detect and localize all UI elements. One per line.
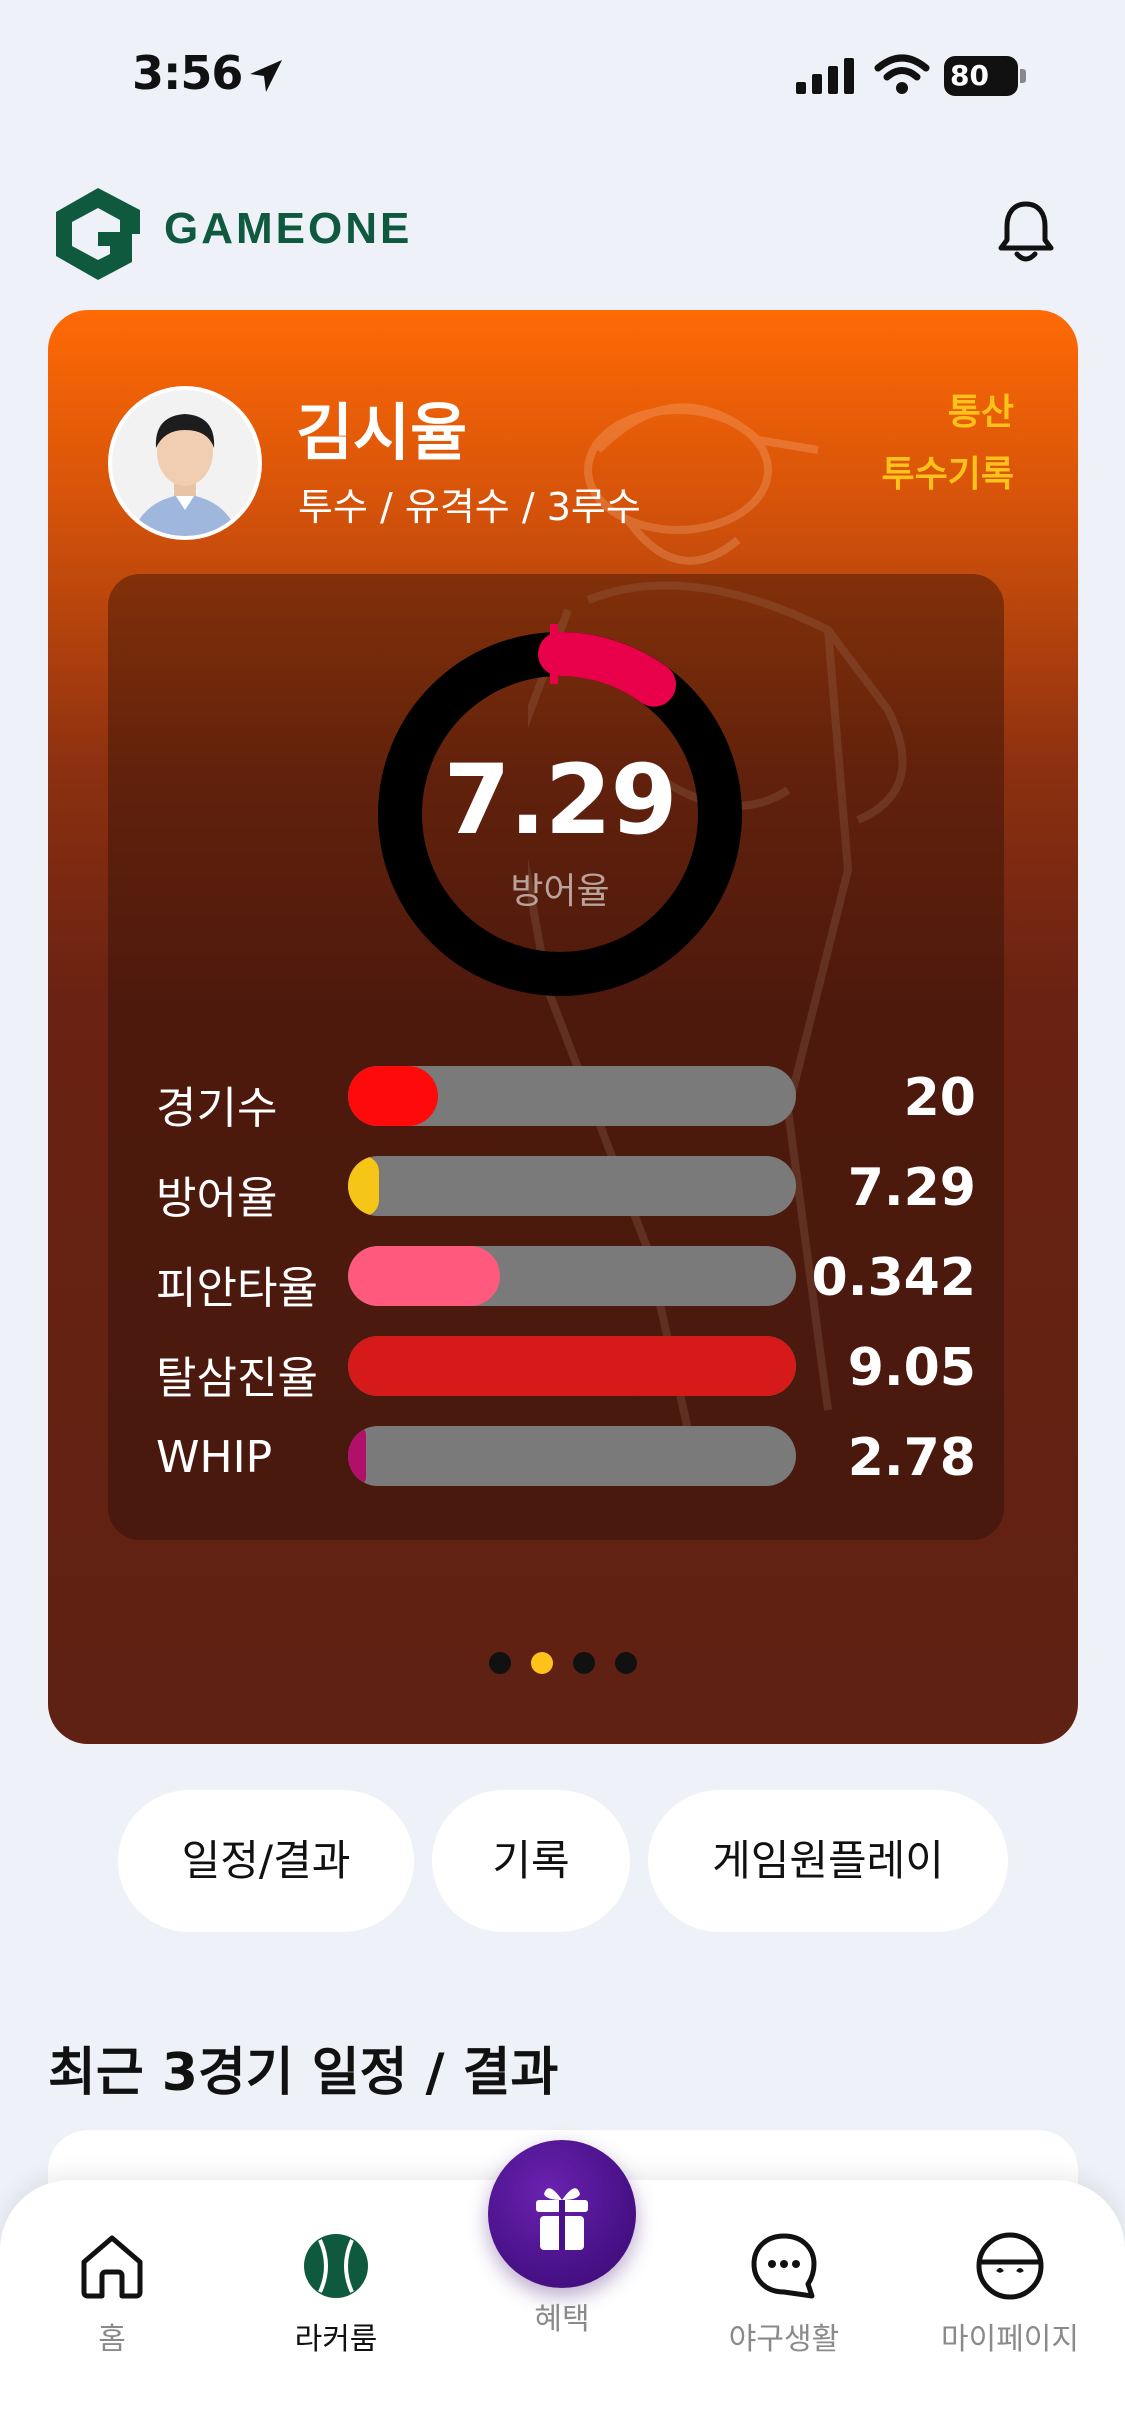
tab-mypage-label: 마이페이지 bbox=[941, 2322, 1079, 2357]
stat-value: 2.78 bbox=[847, 1428, 976, 1488]
wifi-icon bbox=[874, 54, 930, 94]
battery-level: 80 bbox=[944, 56, 1018, 96]
cellular-signal-icon bbox=[796, 58, 854, 94]
stat-bar-track bbox=[348, 1246, 796, 1306]
tab-locker-room[interactable]: 라커룸 bbox=[236, 2230, 436, 2358]
era-gauge-start-marker bbox=[550, 624, 558, 684]
card-pager[interactable] bbox=[48, 1652, 1078, 1676]
stat-row-whip: WHIP 2.78 bbox=[156, 1426, 976, 1488]
era-label: 방어율 bbox=[510, 871, 610, 912]
stat-bar-track bbox=[348, 1156, 796, 1216]
stat-row-strikeout-rate: 탈삼진율 9.05 bbox=[156, 1336, 976, 1404]
player-avatar bbox=[108, 386, 262, 540]
stat-row-games: 경기수 20 bbox=[156, 1066, 976, 1134]
stat-label: 방어율 bbox=[156, 1173, 278, 1224]
baseball-icon bbox=[304, 2234, 368, 2298]
stat-bar-fill bbox=[348, 1156, 380, 1216]
stat-bar-track bbox=[348, 1066, 796, 1126]
era-gauge-fill bbox=[538, 632, 676, 707]
pager-dot[interactable] bbox=[573, 1652, 595, 1674]
status-bar: 3:56 80 bbox=[0, 0, 1125, 150]
stat-bar-fill bbox=[348, 1066, 438, 1126]
gameone-play-button[interactable]: 게임원플레이 bbox=[648, 1790, 1008, 1932]
profile-face-icon bbox=[976, 2232, 1044, 2300]
schedule-results-button[interactable]: 일정/결과 bbox=[118, 1790, 414, 1932]
record-link-line1: 통산 bbox=[947, 392, 1014, 433]
stat-value: 7.29 bbox=[847, 1158, 976, 1218]
stat-label: WHIP bbox=[156, 1432, 273, 1483]
stat-bar-fill bbox=[348, 1336, 796, 1396]
career-pitching-record-link[interactable]: 통산 투수기록 bbox=[882, 382, 1014, 506]
stat-label: 피안타율 bbox=[156, 1263, 318, 1314]
recent-games-title: 최근 3경기 일정 / 결과 bbox=[48, 2043, 559, 2103]
stat-bar-fill bbox=[348, 1426, 366, 1486]
era-gauge: 7.29 방어율 bbox=[370, 624, 750, 1004]
tab-locker-room-label: 라커룸 bbox=[294, 2322, 378, 2357]
gift-icon bbox=[536, 2188, 588, 2250]
record-link-line2: 투수기록 bbox=[881, 454, 1014, 495]
stat-bar-fill bbox=[348, 1246, 501, 1306]
player-stats-card[interactable]: 김시율 투수 / 유격수 / 3루수 통산 투수기록 7.29 방어율 경기수 … bbox=[48, 310, 1078, 1744]
home-icon bbox=[81, 2235, 143, 2299]
pager-dot[interactable] bbox=[615, 1652, 637, 1674]
tab-baseball-life-label: 야구생활 bbox=[728, 2322, 840, 2357]
stat-row-batting-avg-against: 피안타율 0.342 bbox=[156, 1246, 976, 1314]
tab-benefit-button[interactable] bbox=[488, 2140, 636, 2288]
chat-bubble-icon bbox=[751, 2233, 817, 2299]
stat-label: 탈삼진율 bbox=[156, 1353, 318, 1404]
stat-row-era: 방어율 7.29 bbox=[156, 1156, 976, 1224]
pager-dot[interactable] bbox=[531, 1652, 553, 1674]
stat-value: 9.05 bbox=[847, 1338, 976, 1398]
tab-baseball-life[interactable]: 야구생활 bbox=[684, 2230, 884, 2358]
tab-benefit-label: 혜택 bbox=[534, 2302, 590, 2337]
player-positions: 투수 / 유격수 / 3루수 bbox=[298, 485, 641, 529]
tab-home-label: 홈 bbox=[98, 2322, 126, 2357]
stats-panel: 7.29 방어율 경기수 20 방어율 7.29 피안타율 0.342 탈삼진율… bbox=[108, 574, 1004, 1540]
player-name: 김시율 bbox=[296, 396, 468, 469]
stat-label: 경기수 bbox=[156, 1083, 278, 1134]
tab-home[interactable]: 홈 bbox=[12, 2230, 212, 2358]
pager-dot[interactable] bbox=[489, 1652, 511, 1674]
gameone-logo-icon bbox=[56, 188, 140, 280]
battery-icon: 80 bbox=[944, 56, 1026, 96]
location-arrow-icon bbox=[250, 60, 282, 92]
notification-bell-icon[interactable] bbox=[995, 198, 1057, 264]
stat-bar-track bbox=[348, 1426, 796, 1486]
tab-mypage[interactable]: 마이페이지 bbox=[910, 2230, 1110, 2358]
records-button[interactable]: 기록 bbox=[432, 1790, 630, 1932]
app-header: GAMEONE bbox=[0, 170, 1125, 290]
stat-bar-track bbox=[348, 1336, 796, 1396]
logo-text: GAMEONE bbox=[164, 204, 413, 253]
era-value: 7.29 bbox=[443, 744, 678, 856]
stat-value: 0.342 bbox=[811, 1248, 976, 1308]
status-time: 3:56 bbox=[132, 46, 243, 100]
stat-value: 20 bbox=[903, 1068, 976, 1128]
